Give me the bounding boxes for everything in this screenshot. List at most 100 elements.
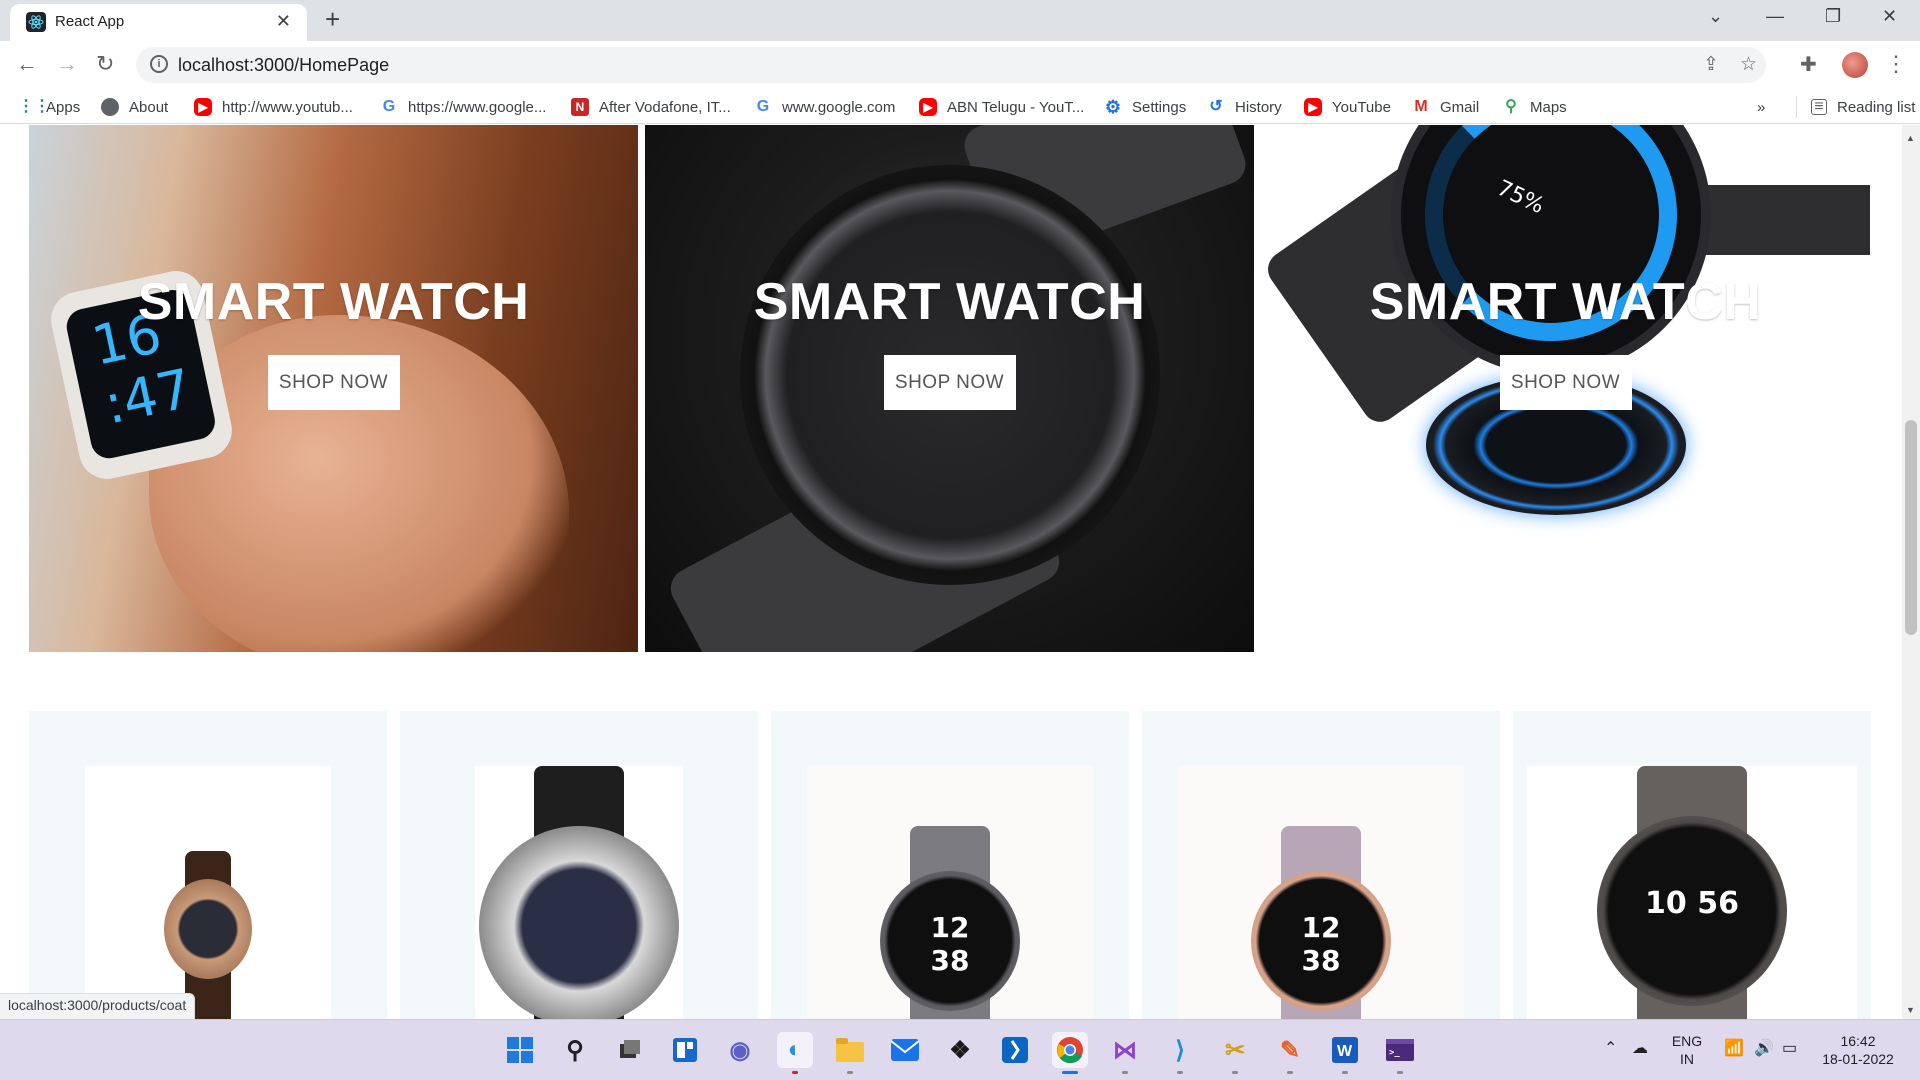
edge-browser-icon[interactable]: ◐ [777, 1032, 813, 1074]
language-indicator[interactable]: ENG IN [1670, 1032, 1704, 1068]
terminal-icon[interactable]: >_ [1382, 1032, 1418, 1074]
youtube-icon: ▶ [919, 98, 937, 116]
product-card[interactable] [29, 711, 387, 1019]
bookmark-apps[interactable]: ⋮⋮ Apps [18, 96, 80, 118]
start-windows-icon[interactable] [502, 1032, 538, 1068]
task-view-icon[interactable] [612, 1032, 648, 1068]
reload-icon[interactable]: ↻ [96, 51, 114, 77]
maps-pin-icon: ⚲ [1502, 98, 1520, 116]
back-icon[interactable]: ← [16, 51, 38, 77]
shop-now-button[interactable]: SHOP NOW [267, 355, 400, 410]
file-explorer-icon[interactable] [832, 1032, 868, 1074]
search-icon[interactable]: ⚲ [557, 1032, 593, 1068]
clock[interactable]: 16:42 18-01-2022 [1818, 1032, 1898, 1068]
banner-smartwatch-charger: 75% SMART WATCH SHOP NOW [1261, 125, 1870, 643]
scroll-up-arrow-icon[interactable]: ▲ [1906, 133, 1915, 143]
close-window-button[interactable]: ✕ [1882, 6, 1897, 27]
chrome-menu-icon[interactable]: ⋮ [1885, 51, 1907, 77]
react-logo-icon [26, 12, 46, 32]
power-automate-icon[interactable] [997, 1032, 1033, 1068]
extensions-puzzle-icon[interactable]: ✚ [1800, 52, 1817, 77]
bookmark-youtube-link[interactable]: ▶ http://www.youtub... [194, 96, 353, 118]
bookmark-google-com[interactable]: Gwww.google.com [754, 96, 895, 118]
google-icon: G [380, 98, 398, 116]
share-icon[interactable]: ⇪ [1703, 53, 1719, 76]
site-info-icon[interactable]: i [150, 55, 168, 73]
forward-icon[interactable]: → [56, 51, 78, 77]
teams-chat-icon[interactable]: ◉ [722, 1032, 758, 1068]
watch-strap-right [1681, 185, 1870, 255]
bookmark-gmail[interactable]: M Gmail [1412, 96, 1479, 118]
battery-icon[interactable]: ▭ [1782, 1038, 1797, 1058]
wifi-icon[interactable]: 📶 [1724, 1038, 1744, 1058]
bookmark-youtube[interactable]: ▶ YouTube [1304, 96, 1391, 118]
address-bar[interactable]: i localhost:3000/HomePage ⇪ ☆ [136, 47, 1766, 83]
bookmark-abn-telugu[interactable]: ▶ ABN Telugu - YouT... [919, 96, 1084, 118]
restore-button[interactable]: ❐ [1825, 6, 1841, 27]
youtube-icon: ▶ [194, 98, 212, 116]
fossil-watch-rose-icon: 12 38 [1251, 826, 1391, 1019]
volume-icon[interactable]: 🔊 [1754, 1038, 1774, 1058]
bookmark-vodafone-news[interactable]: N After Vodafone, IT... [571, 96, 731, 118]
minimize-button[interactable]: — [1766, 6, 1784, 27]
chrome-icon[interactable] [1052, 1032, 1088, 1074]
tab-react-app[interactable]: React App ✕ [10, 4, 307, 41]
word-icon[interactable]: W [1327, 1032, 1363, 1074]
mail-icon[interactable] [887, 1032, 923, 1068]
tab-strip: React App ✕ + ⌄ — ❐ ✕ [0, 0, 1920, 41]
bookmark-about[interactable]: About [101, 96, 168, 118]
shop-now-button[interactable]: SHOP NOW [1499, 355, 1632, 410]
product-dial-text: 12 38 [1301, 911, 1341, 977]
history-icon: ↺ [1207, 98, 1225, 116]
tab-search-icon[interactable]: ⌄ [1708, 6, 1723, 27]
product-image [475, 766, 683, 1019]
reading-list-button[interactable]: ≡ Reading list [1796, 96, 1915, 118]
paint-icon[interactable]: ✎ [1272, 1032, 1308, 1074]
gmail-icon: M [1412, 98, 1430, 116]
bookmarks-overflow-button[interactable]: » [1757, 96, 1765, 118]
windows-taskbar: ⚲ ◉ ◐ ❖ ⋈ ⟩ ✂ ✎ W >_ ⌃ ☁ ENG IN 📶 🔊 ▭ 16… [0, 1019, 1920, 1080]
bookmark-star-icon[interactable]: ☆ [1740, 53, 1757, 76]
product-image: 12 38 [807, 766, 1093, 1019]
leather-watch-steel-icon [479, 766, 679, 1019]
bookmark-google-link[interactable]: Ghttps://www.google... [380, 96, 546, 118]
product-card[interactable]: 12 38 [771, 711, 1129, 1019]
scrollbar-thumb[interactable] [1905, 420, 1917, 635]
profile-avatar[interactable] [1842, 52, 1868, 78]
google-icon: G [754, 98, 772, 116]
youtube-icon: ▶ [1304, 98, 1322, 116]
banner-title: SMART WATCH [753, 273, 1146, 331]
new-tab-button[interactable]: + [325, 6, 340, 32]
gear-icon: ⚙ [1104, 97, 1122, 117]
widgets-icon[interactable] [667, 1032, 703, 1068]
product-image: 10 56 [1527, 766, 1857, 1019]
reading-list-icon: ≡ [1811, 99, 1827, 115]
scroll-down-arrow-icon[interactable]: ▼ [1906, 1005, 1915, 1015]
show-hidden-icons[interactable]: ⌃ [1604, 1038, 1617, 1058]
product-image [85, 766, 331, 1019]
bookmark-history[interactable]: ↺ History [1207, 96, 1282, 118]
banner-title: SMART WATCH [1369, 273, 1762, 331]
fossil-watch-steel-icon: 12 38 [880, 826, 1020, 1019]
page-scrollbar[interactable]: ▲ ▼ [1902, 125, 1920, 1019]
product-dial-text: 10 56 [1645, 886, 1739, 921]
bookmark-maps[interactable]: ⚲ Maps [1502, 96, 1567, 118]
banner-title: SMART WATCH [137, 273, 530, 331]
dropbox-icon[interactable]: ❖ [942, 1032, 978, 1068]
onedrive-cloud-icon[interactable]: ☁ [1632, 1038, 1648, 1058]
visual-studio-icon[interactable]: ⋈ [1107, 1032, 1143, 1074]
link-status-bar: localhost:3000/products/coat [0, 993, 196, 1019]
product-card[interactable] [400, 711, 758, 1019]
product-dial-text: 12 38 [930, 911, 970, 977]
product-card[interactable]: 10 56 [1513, 711, 1871, 1019]
bookmarks-bar: ⋮⋮ Apps About ▶ http://www.youtub... Ghttp… [0, 90, 1920, 124]
product-card[interactable]: 12 38 [1142, 711, 1500, 1019]
globe-icon [101, 98, 119, 116]
close-tab-icon[interactable]: ✕ [276, 11, 291, 32]
browser-toolbar: ← → ↻ i localhost:3000/HomePage ⇪ ☆ ✚ ⋮ [0, 41, 1920, 90]
vscode-icon[interactable]: ⟩ [1162, 1032, 1198, 1074]
shop-now-button[interactable]: SHOP NOW [883, 355, 1016, 410]
bookmark-settings[interactable]: ⚙ Settings [1104, 96, 1186, 118]
url-text[interactable]: localhost:3000/HomePage [178, 55, 389, 76]
snipping-tool-icon[interactable]: ✂ [1217, 1032, 1253, 1074]
